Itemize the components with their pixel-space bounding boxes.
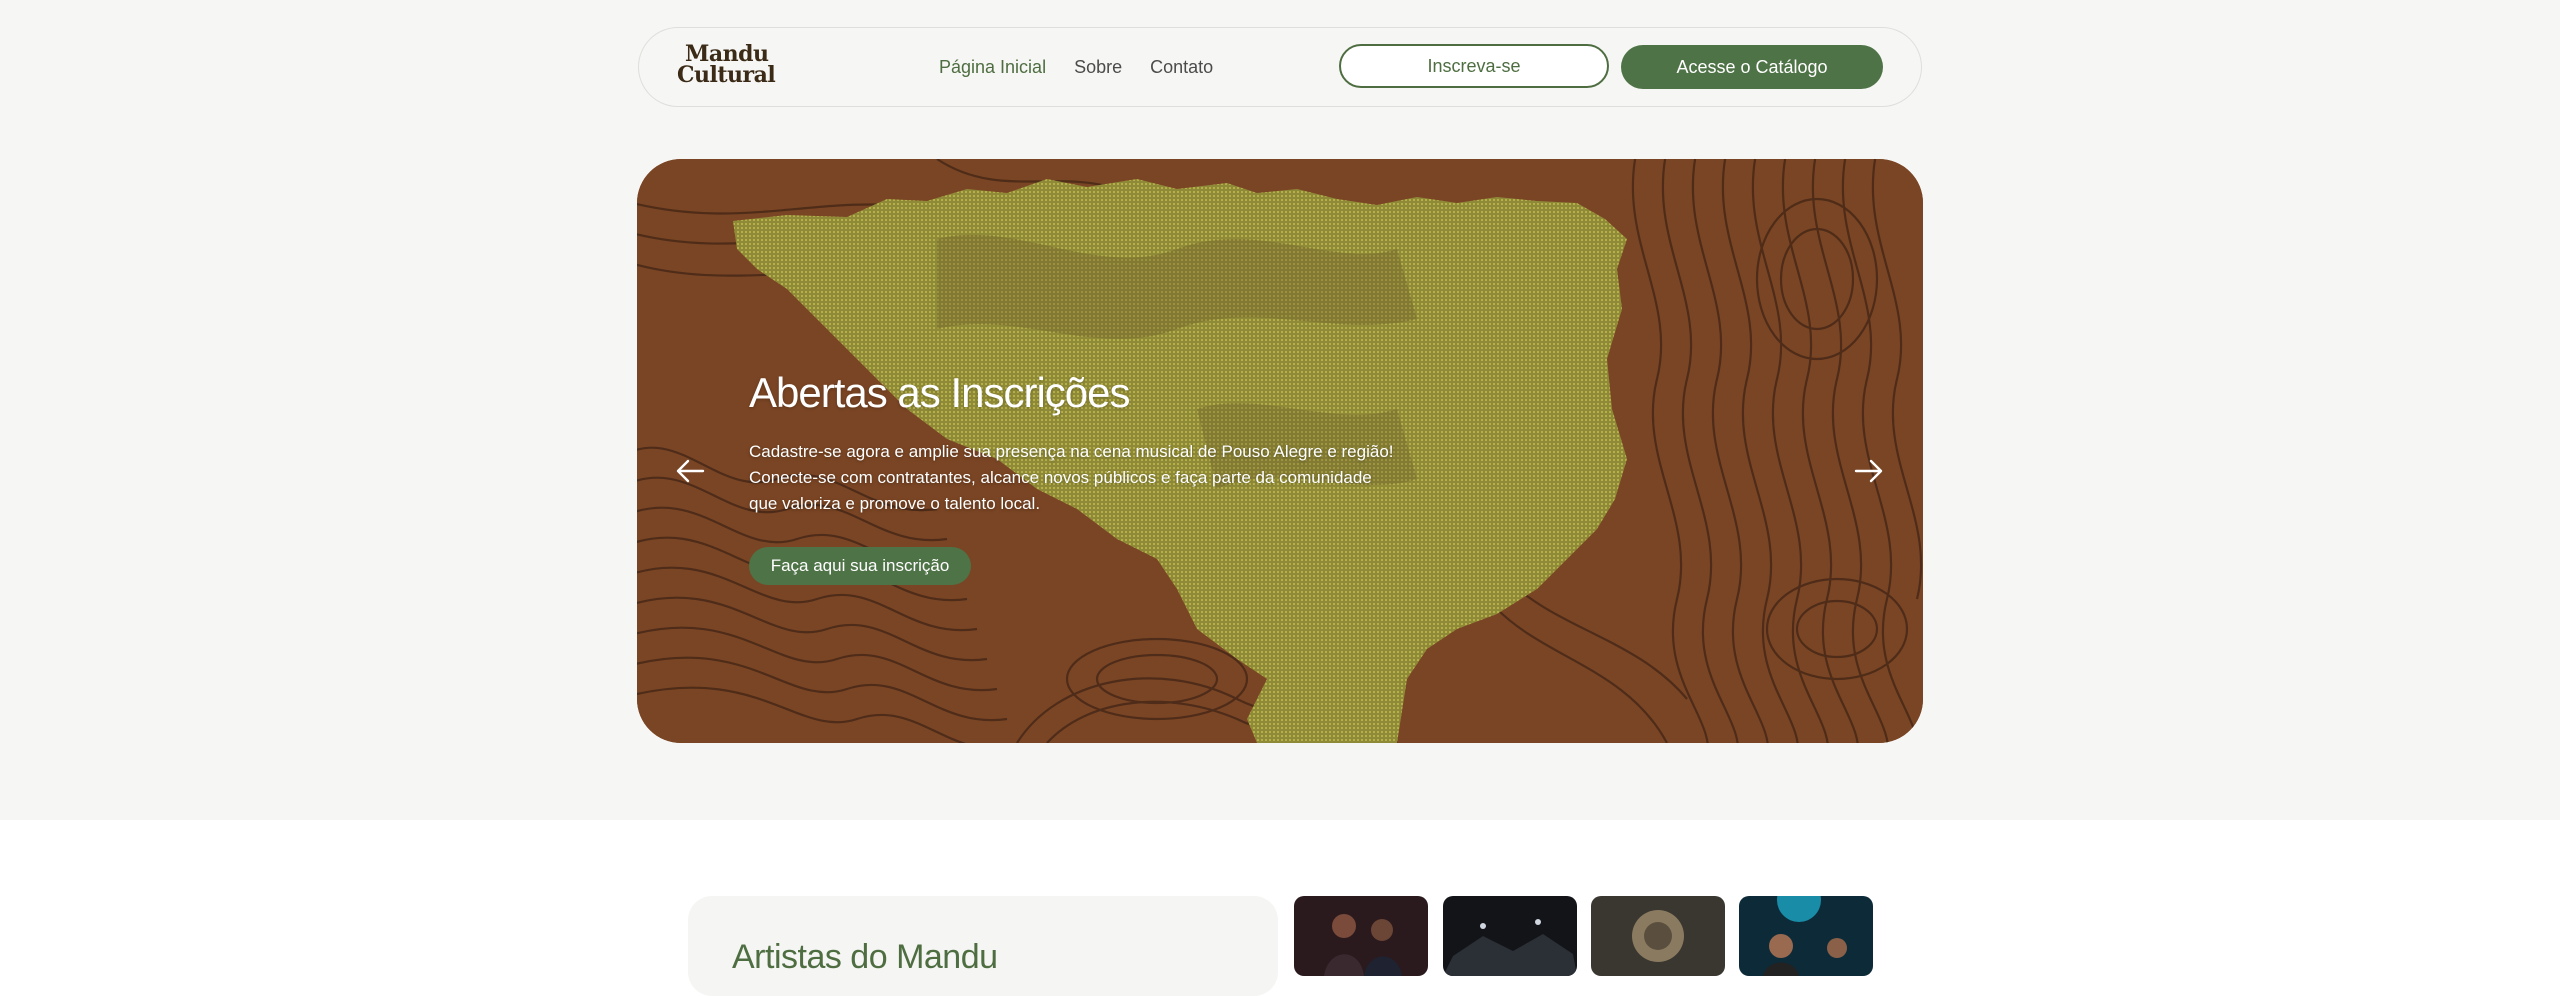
artists-card: Artistas do Mandu — [688, 896, 1278, 996]
logo-line-2: Cultural — [677, 62, 776, 88]
nav-link-home[interactable]: Página Inicial — [939, 57, 1046, 78]
artist-thumbnail[interactable] — [1294, 896, 1428, 976]
hero-description-line: Conecte-se com contratantes, alcance nov… — [749, 468, 1372, 487]
navbar: Mandu Cultural Página Inicial Sobre Cont… — [638, 27, 1922, 107]
nav-link-about[interactable]: Sobre — [1074, 57, 1122, 78]
carousel-next-button[interactable] — [1849, 451, 1889, 491]
artist-photo-2 — [1443, 896, 1577, 976]
main-nav: Página Inicial Sobre Contato — [939, 28, 1213, 106]
artist-thumbnail[interactable] — [1443, 896, 1577, 976]
mandu-cultural-logo[interactable]: Mandu Cultural — [677, 43, 785, 90]
carousel-prev-button[interactable] — [670, 451, 710, 491]
arrow-left-icon — [676, 459, 705, 483]
artist-thumbnail[interactable] — [1739, 896, 1873, 976]
catalog-button[interactable]: Acesse o Catálogo — [1621, 45, 1883, 89]
hero-description: Cadastre-se agora e amplie sua presença … — [749, 439, 1409, 517]
artist-photo-1 — [1294, 896, 1428, 976]
hero-description-line: Cadastre-se agora e amplie sua presença … — [749, 442, 1394, 461]
arrow-right-icon — [1854, 459, 1883, 483]
signup-cta-button[interactable]: Faça aqui sua inscrição — [749, 547, 971, 585]
hero-title: Abertas as Inscrições — [749, 369, 1131, 416]
artist-thumbnail[interactable] — [1591, 896, 1725, 976]
artist-photo-4 — [1739, 896, 1873, 976]
hero-carousel: Abertas as Inscrições Cadastre-se agora … — [637, 159, 1923, 743]
hero-description-line: que valoriza e promove o talento local. — [749, 494, 1041, 513]
artists-title: Artistas do Mandu — [732, 938, 998, 976]
signup-button[interactable]: Inscreva-se — [1339, 44, 1609, 88]
nav-link-contact[interactable]: Contato — [1150, 57, 1213, 78]
artist-photo-3 — [1591, 896, 1725, 976]
